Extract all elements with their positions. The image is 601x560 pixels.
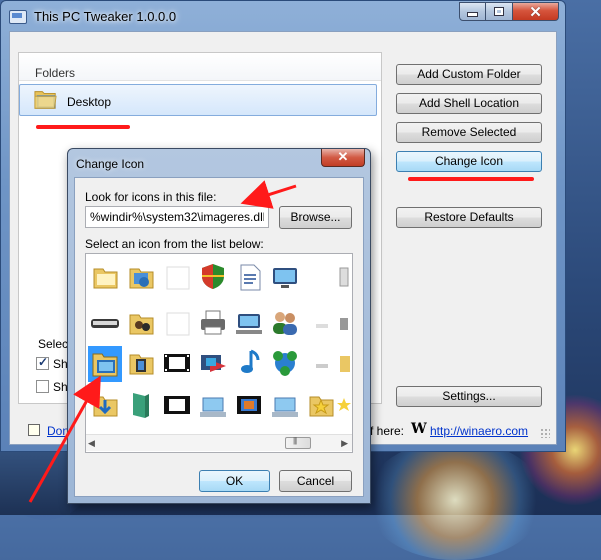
network-computer-icon[interactable] xyxy=(232,306,266,342)
title-bar[interactable]: This PC Tweaker 1.0.0.0 ✕ xyxy=(1,1,565,31)
footer-text: f here: xyxy=(370,424,405,438)
annotation-underline xyxy=(36,125,130,129)
look-for-icons-label: Look for icons in this file: xyxy=(85,190,217,204)
network-globe-icon[interactable] xyxy=(268,346,302,382)
option-checkbox-2-label: Sh xyxy=(53,380,68,394)
monitor-icon[interactable] xyxy=(268,260,302,296)
folder-selected-icon[interactable] xyxy=(88,346,122,382)
window-controls: ✕ xyxy=(459,2,559,21)
blank-icon[interactable] xyxy=(304,260,338,296)
book-icon[interactable] xyxy=(124,388,158,424)
add-shell-location-button[interactable]: Add Shell Location xyxy=(396,93,542,114)
maximize-button[interactable] xyxy=(486,2,513,21)
list-item-label: Desktop xyxy=(67,95,112,109)
folder-icon xyxy=(34,91,57,109)
computer-drive-icon[interactable] xyxy=(196,388,230,424)
drive-small-icon[interactable] xyxy=(304,346,338,382)
app-icon[interactable] xyxy=(9,10,27,24)
maximize-icon xyxy=(494,7,504,16)
minimize-icon xyxy=(467,12,478,17)
icon-file-path-input[interactable] xyxy=(85,206,269,228)
keyboard-icon[interactable] xyxy=(88,306,122,342)
star-icon[interactable] xyxy=(334,388,352,424)
settings-button[interactable]: Settings... xyxy=(396,386,542,407)
minimize-button[interactable] xyxy=(459,2,486,21)
folder-icon[interactable] xyxy=(88,260,122,296)
people-folder-icon[interactable] xyxy=(124,306,158,342)
restore-defaults-button[interactable]: Restore Defaults xyxy=(396,207,542,228)
close-button[interactable]: ✕ xyxy=(513,2,559,21)
winaero-link[interactable]: http://winaero.com xyxy=(430,424,528,438)
drive-small-icon[interactable] xyxy=(304,306,338,342)
video-folder-icon[interactable] xyxy=(124,346,158,382)
programs-icon[interactable] xyxy=(196,346,230,382)
info-icon xyxy=(28,424,40,436)
scroll-left-icon[interactable]: ◀ xyxy=(88,438,95,449)
document-icon[interactable] xyxy=(232,260,266,296)
computer-drive-icon[interactable] xyxy=(268,388,302,424)
remove-selected-button[interactable]: Remove Selected xyxy=(396,122,542,143)
option-checkbox-1-label: Sh xyxy=(53,357,68,371)
favorites-folder-icon[interactable] xyxy=(304,388,338,424)
cancel-button[interactable]: Cancel xyxy=(279,470,352,492)
window-title: This PC Tweaker 1.0.0.0 xyxy=(34,9,177,24)
desktop-background xyxy=(0,452,70,515)
users-icon[interactable] xyxy=(268,306,302,342)
close-icon: ✕ xyxy=(529,3,542,21)
film-strip-icon[interactable] xyxy=(160,346,194,382)
security-shield-icon[interactable] xyxy=(196,260,230,296)
music-icon[interactable] xyxy=(232,346,266,382)
dialog-close-button[interactable]: ✕ xyxy=(321,149,365,167)
browse-button[interactable]: Browse... xyxy=(279,206,352,229)
resize-grip[interactable] xyxy=(540,428,550,438)
drive-icon[interactable] xyxy=(334,346,352,382)
icon-list[interactable] xyxy=(85,253,353,453)
printer-icon[interactable] xyxy=(196,306,230,342)
folders-header: Folders xyxy=(19,53,381,81)
blank-icon[interactable] xyxy=(160,306,194,342)
film-strip-icon[interactable] xyxy=(160,388,194,424)
folders-header-label: Folders xyxy=(35,66,76,80)
ok-button[interactable]: OK xyxy=(199,470,270,492)
option-checkbox-2[interactable] xyxy=(36,380,49,393)
annotation-underline xyxy=(408,177,534,181)
fireworks-decoration xyxy=(365,440,545,560)
scroll-right-icon[interactable]: ▶ xyxy=(341,438,348,449)
icon-list-scrollbar[interactable]: ◀ ▶ xyxy=(86,434,352,451)
donate-link[interactable]: Don xyxy=(47,424,69,438)
pictures-folder-icon[interactable] xyxy=(124,260,158,296)
change-icon-button[interactable]: Change Icon xyxy=(396,151,542,172)
filmstrip-color-icon[interactable] xyxy=(232,388,266,424)
winaero-logo: W xyxy=(411,421,427,437)
scroll-thumb[interactable] xyxy=(285,436,311,449)
drive-icon[interactable] xyxy=(334,306,352,342)
option-checkbox-1[interactable] xyxy=(36,355,49,370)
drive-icon[interactable] xyxy=(334,260,352,296)
dialog-title: Change Icon xyxy=(76,157,145,171)
add-custom-folder-button[interactable]: Add Custom Folder xyxy=(396,64,542,85)
blank-icon[interactable] xyxy=(160,260,194,296)
downloads-folder-icon[interactable] xyxy=(88,388,122,424)
select-icon-label: Select an icon from the list below: xyxy=(85,237,264,251)
